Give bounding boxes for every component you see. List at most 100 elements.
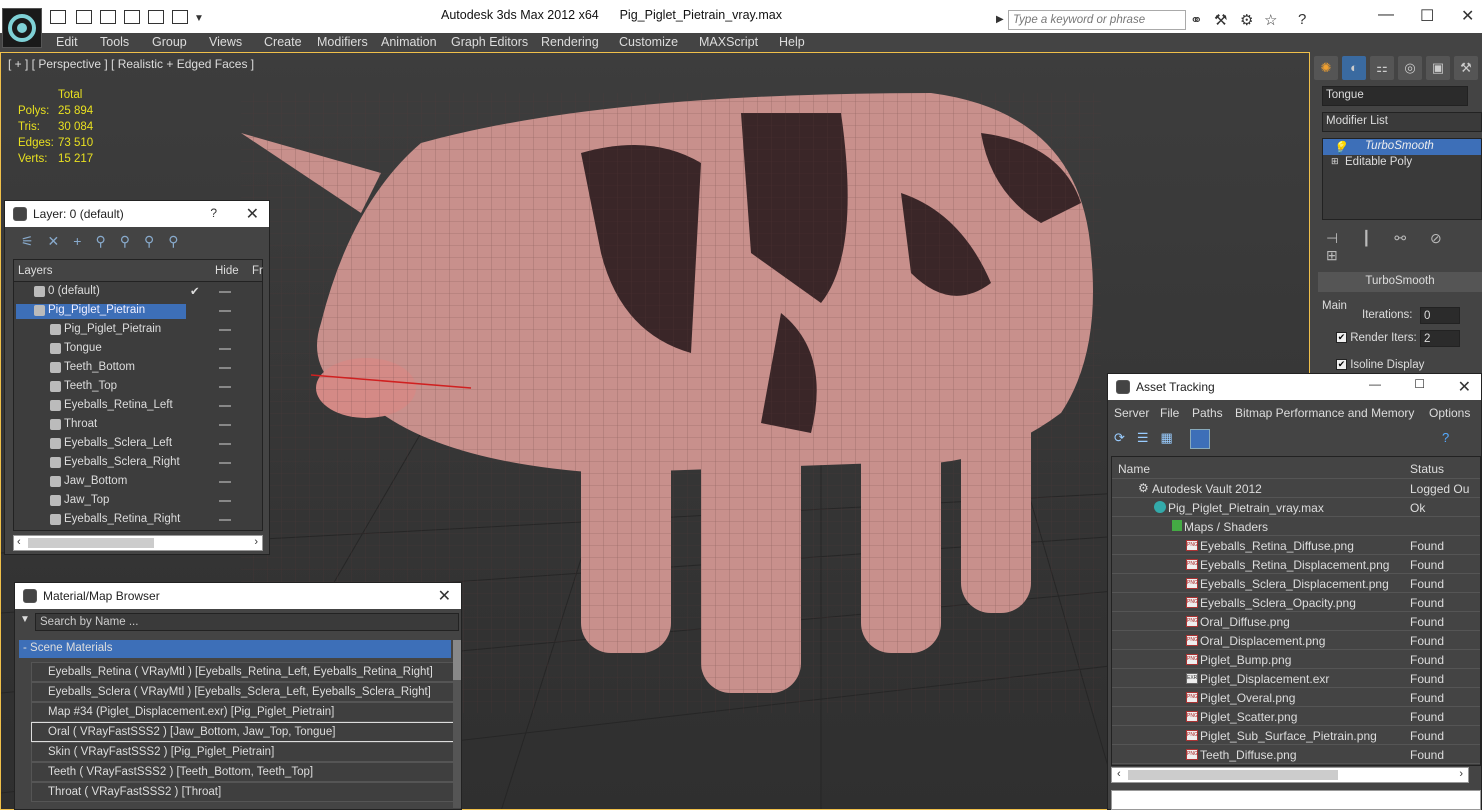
utilities-tab-icon[interactable]: ⚒ — [1454, 56, 1478, 80]
asset-row-map[interactable]: EXR Piglet_Displacement.exr Found — [1112, 669, 1480, 688]
layer-object-row[interactable]: Jaw_Top — [14, 491, 254, 510]
viewport-label[interactable]: [ + ] [ Perspective ] [ Realistic + Edge… — [8, 57, 254, 71]
favorites-star-icon[interactable]: ☆ — [1264, 11, 1277, 29]
modify-tab-icon[interactable]: ◐ — [1342, 56, 1366, 80]
layer-object-row[interactable]: Throat — [14, 415, 254, 434]
menu-views[interactable]: Views — [209, 35, 242, 49]
layer-toolbar[interactable]: ⚟✕+⚲⚲⚲⚲ — [21, 233, 192, 250]
search-expand-icon[interactable]: ▶ — [996, 14, 1004, 25]
render-iters-spinner[interactable]: 2 — [1420, 330, 1460, 347]
layer-row-selected[interactable]: Pig_Piglet_Pietrain — [14, 301, 254, 320]
menu-help[interactable]: Help — [779, 35, 805, 49]
material-vertical-scrollbar[interactable] — [453, 640, 461, 808]
asset-horizontal-scrollbar[interactable]: ‹ › — [1111, 767, 1469, 783]
asset-menu-paths[interactable]: Paths — [1192, 406, 1223, 420]
menu-maxscript[interactable]: MAXScript — [699, 35, 758, 49]
layer-object-row[interactable]: Eyeballs_Retina_Left — [14, 396, 254, 415]
quick-access-dropdown-icon[interactable]: ▼ — [194, 13, 204, 24]
hide-toggle[interactable] — [219, 329, 231, 331]
asset-menu-file[interactable]: File — [1160, 406, 1179, 420]
create-tab-icon[interactable]: ✺ — [1314, 56, 1338, 80]
menu-tools[interactable]: Tools — [100, 35, 129, 49]
layer-row[interactable]: 0 (default) ✔ — [14, 282, 254, 301]
motion-tab-icon[interactable]: ◎ — [1398, 56, 1422, 80]
asset-help-icon[interactable]: ? — [1442, 430, 1449, 445]
asset-row-map[interactable]: PNG Oral_Displacement.png Found — [1112, 631, 1480, 650]
material-row[interactable]: Teeth ( VRayFastSSS2 ) [Teeth_Bottom, Te… — [31, 762, 459, 782]
scroll-thumb[interactable] — [453, 640, 461, 680]
asset-row-map[interactable]: PNG Eyeballs_Retina_Displacement.png Found — [1112, 555, 1480, 574]
asset-row-map[interactable]: PNG Piglet_Scatter.png Found — [1112, 707, 1480, 726]
scroll-thumb[interactable] — [1128, 770, 1338, 780]
iterations-spinner[interactable]: 0 — [1420, 307, 1460, 324]
material-row[interactable]: Skin ( VRayFastSSS2 ) [Pig_Piglet_Pietra… — [31, 742, 459, 762]
object-name-field[interactable]: Tongue — [1322, 86, 1468, 106]
table-view-icon[interactable] — [1190, 429, 1210, 449]
hide-toggle[interactable] — [219, 462, 231, 464]
layer-object-row[interactable]: Eyeballs_Retina_Right — [14, 510, 254, 529]
scroll-right-icon[interactable]: › — [1459, 768, 1463, 780]
options-dropdown-icon[interactable]: ▼ — [20, 614, 30, 625]
redo-icon[interactable] — [124, 10, 140, 24]
material-row[interactable]: Map #34 (Piglet_Displacement.exr) [Pig_P… — [31, 702, 459, 722]
maximize-button[interactable]: ☐ — [1420, 6, 1434, 26]
layer-object-row[interactable]: Pig_Piglet_Pietrain — [14, 320, 254, 339]
menu-animation[interactable]: Animation — [381, 35, 437, 49]
subscription-icon[interactable]: ⚒ — [1214, 11, 1227, 29]
asset-row-map[interactable]: PNG Piglet_Sub_Surface_Pietrain.png Found — [1112, 726, 1480, 745]
material-row[interactable]: Throat ( VRayFastSSS2 ) [Throat] — [31, 782, 459, 802]
bulb-icon[interactable]: 💡 — [1333, 140, 1347, 154]
render-iters-checkbox[interactable]: ✔ — [1336, 332, 1347, 344]
scene-materials-group-header[interactable]: - Scene Materials — [19, 640, 451, 658]
minimize-asset-button[interactable]: — — [1369, 377, 1381, 391]
hold-icon[interactable] — [148, 10, 164, 24]
scroll-left-icon[interactable]: ‹ — [1117, 768, 1121, 780]
menu-create[interactable]: Create — [264, 35, 302, 49]
material-row[interactable]: Eyeballs_Sclera ( VRayMtl ) [Eyeballs_Sc… — [31, 682, 459, 702]
layer-object-row[interactable]: Teeth_Bottom — [14, 358, 254, 377]
material-search-input[interactable]: Search by Name ... — [35, 613, 459, 631]
menu-edit[interactable]: Edit — [56, 35, 78, 49]
close-window-button[interactable]: ✕ — [1461, 6, 1474, 26]
save-file-icon[interactable] — [76, 10, 92, 24]
asset-toolbar[interactable]: ⟳☰▦ — [1114, 430, 1185, 446]
stack-item-turbosmooth[interactable]: 💡 TurboSmooth — [1323, 139, 1481, 155]
asset-menu-server[interactable]: Server — [1114, 406, 1149, 420]
open-file-icon[interactable] — [50, 10, 66, 24]
menu-rendering[interactable]: Rendering — [541, 35, 599, 49]
close-asset-tracking-button[interactable]: ✕ — [1458, 377, 1471, 397]
asset-row-scene-file[interactable]: Pig_Piglet_Pietrain_vray.max Ok — [1112, 498, 1480, 517]
hide-toggle[interactable] — [219, 310, 231, 312]
hierarchy-tab-icon[interactable]: ⚏ — [1370, 56, 1394, 80]
hide-toggle[interactable] — [219, 424, 231, 426]
display-tab-icon[interactable]: ▣ — [1426, 56, 1450, 80]
hide-toggle[interactable] — [219, 519, 231, 521]
hide-toggle[interactable] — [219, 500, 231, 502]
material-row[interactable]: Eyeballs_Retina ( VRayMtl ) [Eyeballs_Re… — [31, 662, 459, 682]
asset-row-vault[interactable]: ⚙ Autodesk Vault 2012 Logged Ou — [1112, 479, 1480, 498]
isoline-row[interactable]: ✔ Isoline Display — [1336, 359, 1424, 371]
hide-toggle[interactable] — [219, 405, 231, 407]
close-layer-panel-button[interactable]: ✕ — [246, 204, 259, 224]
layer-object-row[interactable]: Tongue — [14, 339, 254, 358]
layer-object-row[interactable]: Eyeballs_Sclera_Left — [14, 434, 254, 453]
asset-row-map[interactable]: PNG Piglet_Overal.png Found — [1112, 688, 1480, 707]
app-logo-button[interactable] — [2, 8, 42, 48]
menu-customize[interactable]: Customize — [619, 35, 678, 49]
col-hide[interactable]: Hide — [215, 265, 239, 277]
asset-row-maps-folder[interactable]: Maps / Shaders — [1112, 517, 1480, 536]
layer-object-row[interactable]: Eyeballs_Sclera_Right — [14, 453, 254, 472]
layer-horizontal-scrollbar[interactable]: ‹ › — [13, 535, 263, 551]
menu-modifiers[interactable]: Modifiers — [317, 35, 368, 49]
layer-object-row[interactable]: Teeth_Top — [14, 377, 254, 396]
menu-group[interactable]: Group — [152, 35, 187, 49]
asset-row-map[interactable]: PNG Eyeballs_Sclera_Displacement.png Found — [1112, 574, 1480, 593]
turbosmooth-rollout-header[interactable]: TurboSmooth — [1318, 272, 1482, 292]
asset-path-field[interactable] — [1111, 790, 1481, 810]
expand-icon[interactable]: ⊞ — [1331, 156, 1339, 167]
stack-tools-row[interactable]: ⊣ ┃ ⚯ ⊘ ⊞ — [1326, 230, 1482, 264]
help-button[interactable]: ? — [210, 206, 217, 220]
modifier-list-dropdown[interactable]: Modifier List — [1322, 112, 1482, 132]
layer-object-row[interactable]: Jaw_Bottom — [14, 472, 254, 491]
menu-graph-editors[interactable]: Graph Editors — [451, 35, 528, 49]
